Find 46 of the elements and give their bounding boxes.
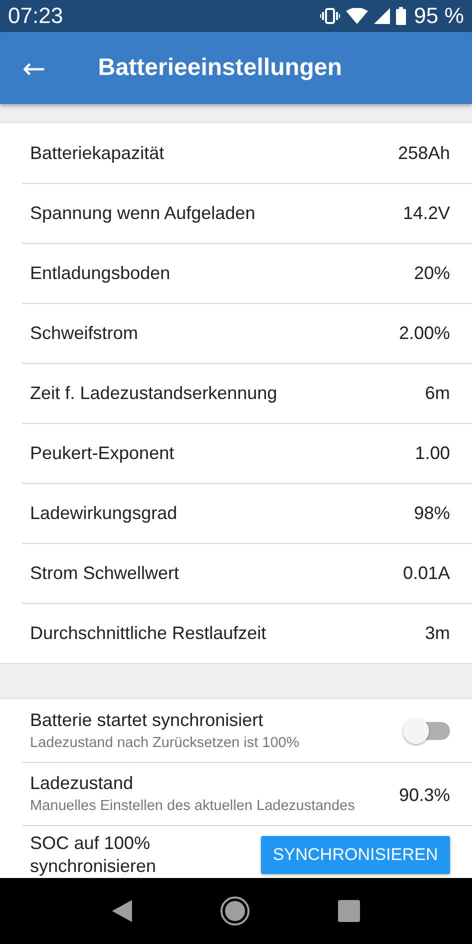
vibrate-icon — [320, 8, 340, 24]
setting-row[interactable]: Batterie startet synchronisiert Ladezustand nach Zurücksetzen ist 100% — [0, 699, 472, 762]
setting-value: 1.00 — [414, 442, 450, 464]
setting-row[interactable]: Schweifstrom 2.00% — [0, 303, 472, 363]
setting-value: 20% — [414, 262, 450, 284]
setting-value: 3m — [424, 622, 450, 644]
setting-label: Spannung wenn Aufgeladen — [30, 202, 256, 224]
setting-row[interactable]: Durchschnittliche Restlaufzeit 3m — [0, 603, 472, 663]
setting-description: Manuelles Einstellen des aktuellen Ladezustandes — [30, 798, 355, 814]
setting-label: SOC auf 100% synchronisieren — [30, 832, 158, 878]
setting-value: 0.01A — [402, 562, 450, 584]
setting-label: Ladewirkungsgrad — [30, 502, 178, 524]
setting-row[interactable]: Peukert-Exponent 1.00 — [0, 423, 472, 483]
screen-title: Batterieeinstellungen — [98, 54, 342, 82]
setting-value: 258Ah — [398, 142, 450, 164]
setting-label: Zeit f. Ladezustandserkennung — [30, 382, 278, 404]
setting-row[interactable]: Strom Schwellwert 0.01A — [0, 543, 472, 603]
setting-label: Schweifstrom — [30, 322, 138, 344]
setting-value: 2.00% — [398, 322, 450, 344]
wifi-icon — [346, 8, 368, 24]
setting-label: Strom Schwellwert — [30, 562, 180, 584]
home-icon[interactable] — [220, 896, 250, 926]
setting-label: Batteriekapazität — [30, 142, 164, 164]
setting-row[interactable]: Ladezustand Manuelles Einstellen des aktuellen Ladezustandes 90.3% — [0, 762, 472, 825]
setting-value: 14.2V — [402, 202, 450, 224]
back-icon[interactable] — [112, 900, 132, 922]
setting-label: Durchschnittliche Restlaufzeit — [30, 622, 266, 644]
battery-percentage: 95 % — [414, 3, 464, 29]
back-button[interactable]: ← — [20, 52, 48, 84]
setting-row[interactable]: Spannung wenn Aufgeladen 14.2V — [0, 183, 472, 243]
setting-value: 98% — [414, 502, 450, 524]
setting-row[interactable]: Batteriekapazität 258Ah — [0, 123, 472, 183]
signal-icon — [374, 8, 390, 24]
setting-label: Peukert-Exponent — [30, 442, 174, 464]
setting-description: Ladezustand nach Zurücksetzen ist 100% — [30, 735, 300, 751]
setting-label: Batterie startet synchronisiert — [30, 710, 264, 731]
toggle-switch[interactable] — [402, 716, 450, 744]
setting-row[interactable]: Zeit f. Ladezustandserkennung 6m — [0, 363, 472, 423]
setting-row[interactable]: Ladewirkungsgrad 98% — [0, 483, 472, 543]
clock: 07:23 — [8, 3, 64, 29]
setting-value: 90.3% — [398, 785, 450, 806]
setting-label: Entladungsboden — [30, 262, 170, 284]
setting-label: Ladezustand — [30, 773, 134, 794]
setting-row[interactable]: Entladungsboden 20% — [0, 243, 472, 303]
battery-icon — [396, 7, 406, 25]
setting-value: 6m — [424, 382, 450, 404]
